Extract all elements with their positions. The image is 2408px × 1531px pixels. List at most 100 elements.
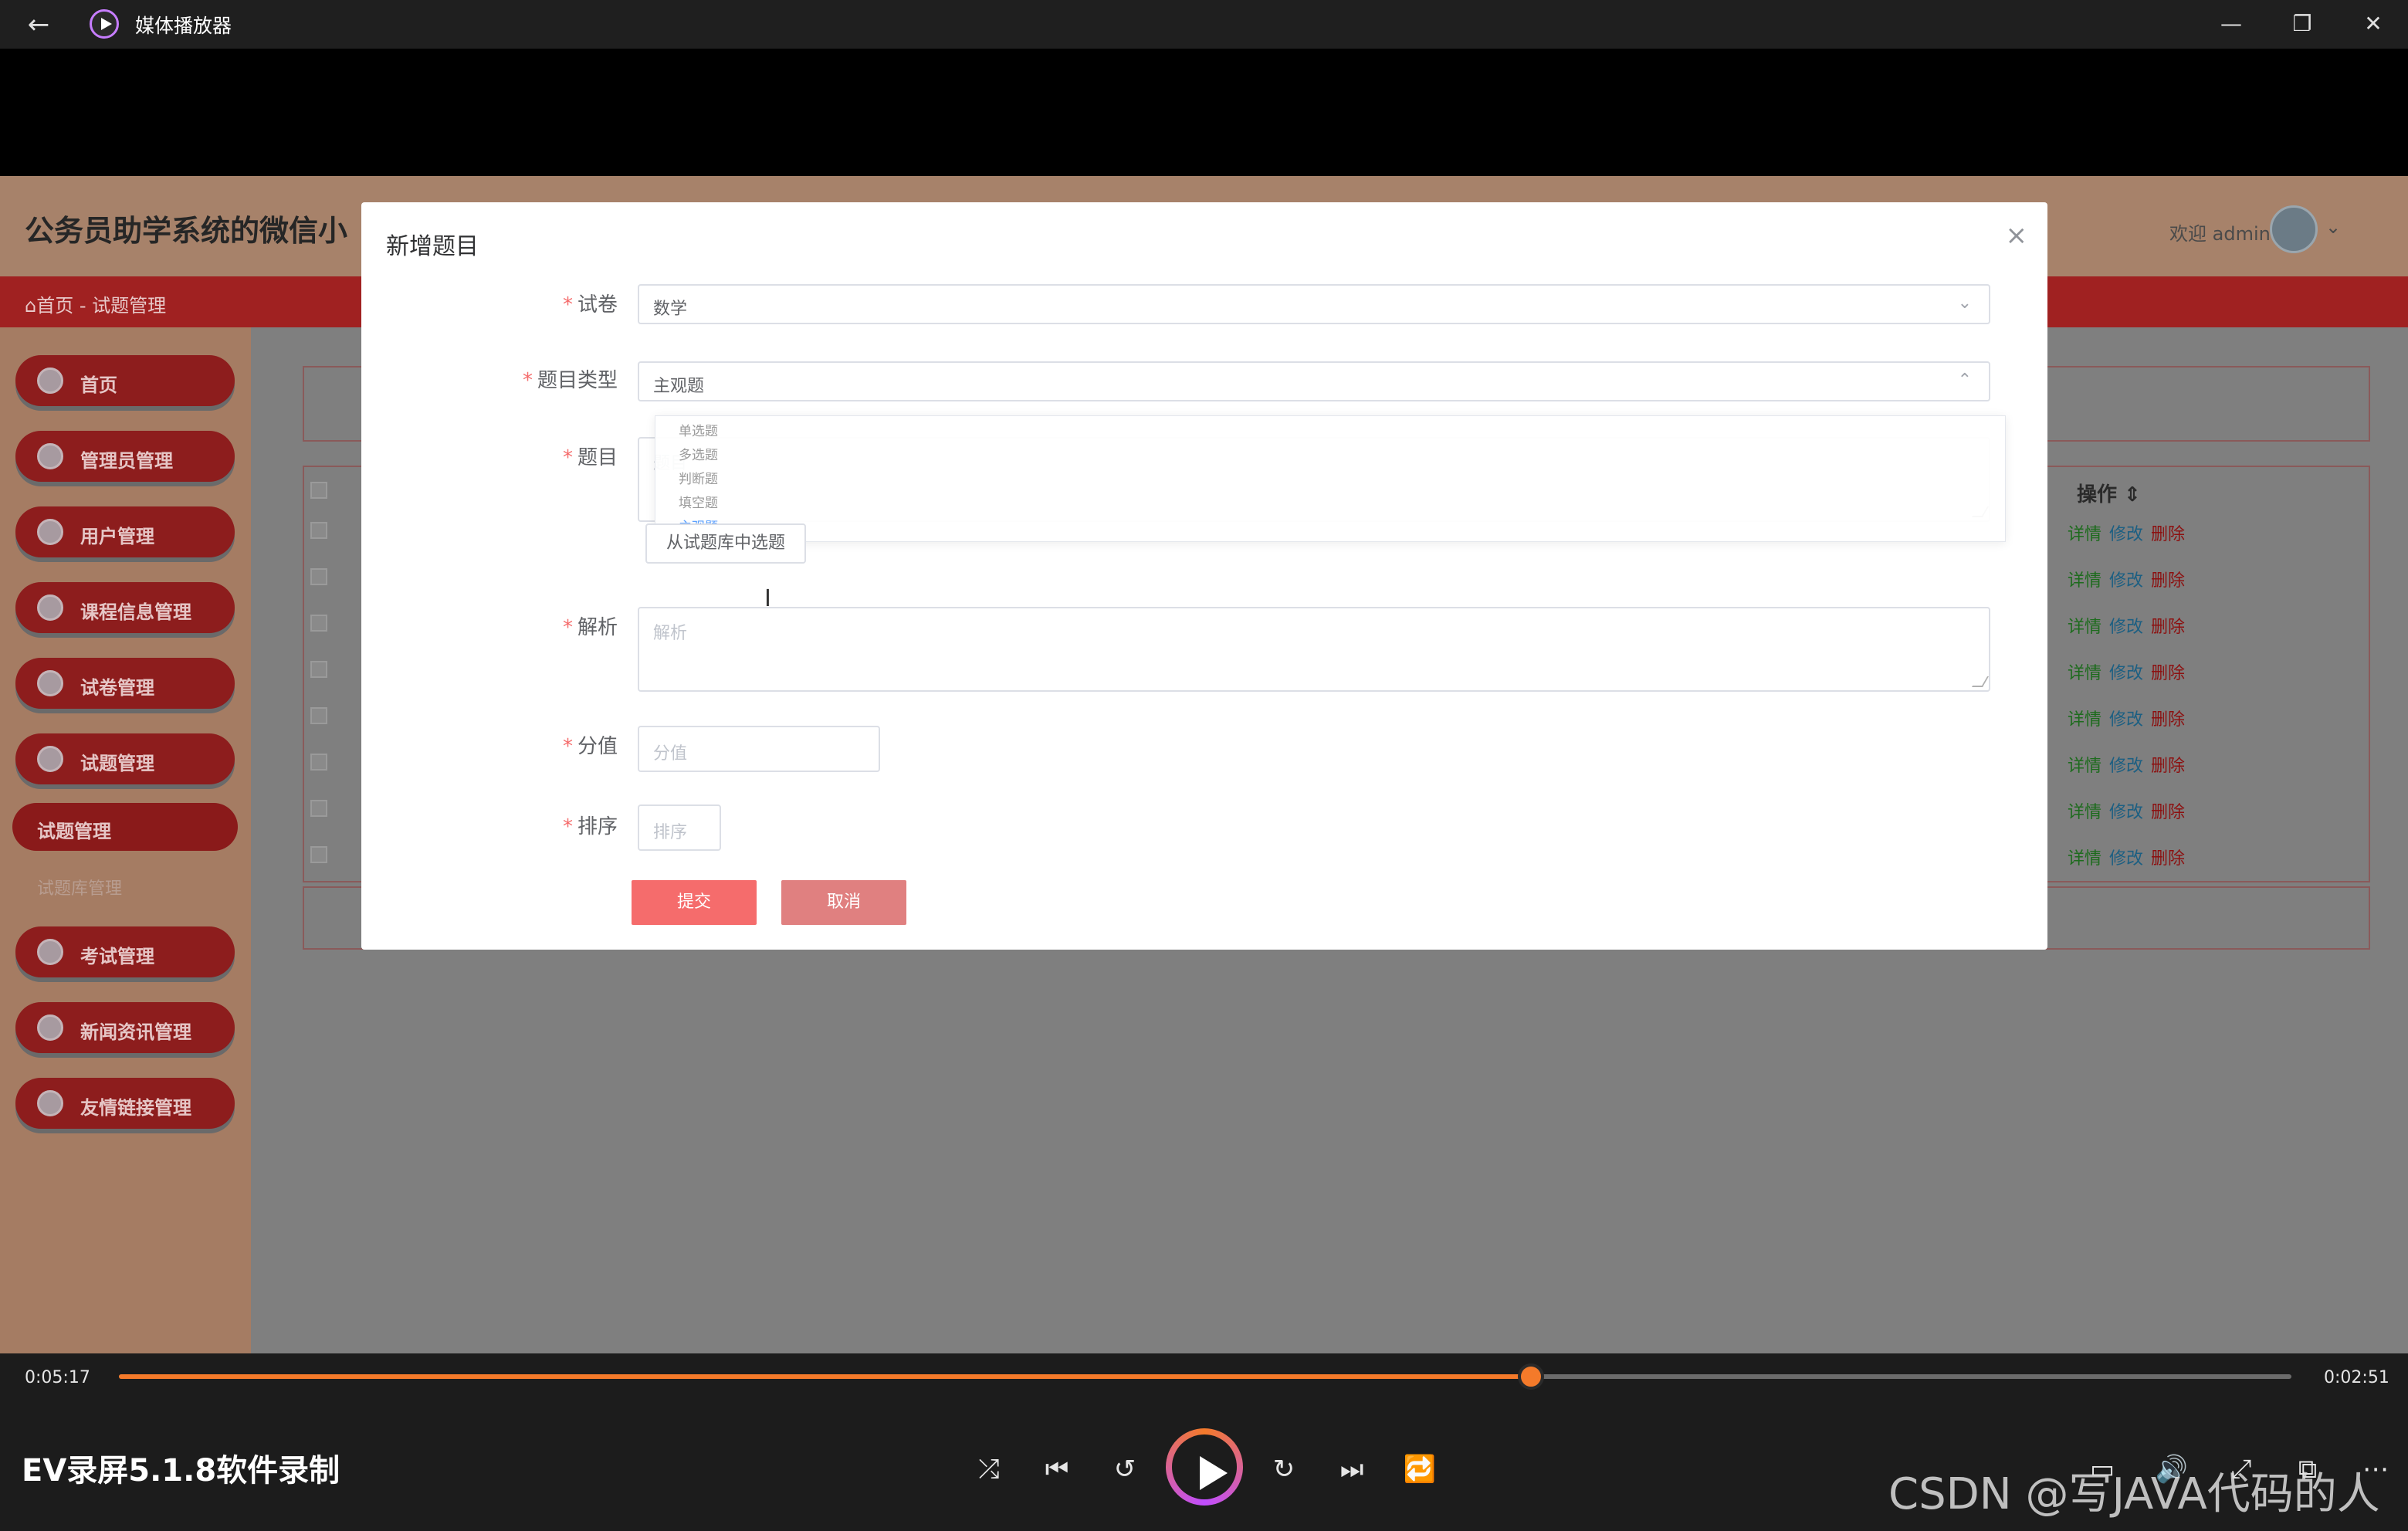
delete-link[interactable]: 删除 — [2151, 757, 2185, 776]
play-button-inner — [1172, 1434, 1237, 1499]
submit-button[interactable]: 提交 — [632, 880, 757, 925]
back-arrow-icon[interactable]: ← — [22, 8, 56, 42]
sidebar-subitem-label: 试题管理 — [37, 821, 111, 842]
dropdown-option-judge[interactable]: 判断题 — [679, 472, 718, 487]
minimize-icon[interactable]: — — [2208, 6, 2254, 42]
order-placeholder: 排序 — [653, 823, 688, 842]
dropdown-option-multiple[interactable]: 多选题 — [679, 448, 718, 463]
seek-bar[interactable] — [119, 1363, 2291, 1390]
table-row: 详情 修改 删除 — [2068, 567, 2185, 591]
score-input[interactable]: 分值 — [638, 726, 880, 772]
action-column-header[interactable]: 操作 ⇕ — [2077, 479, 2141, 507]
sidebar-item-papers[interactable]: 试卷管理 — [15, 658, 235, 709]
seek-bar-thumb[interactable] — [1518, 1363, 1545, 1390]
rewind-10-icon[interactable]: ↺ — [1104, 1448, 1146, 1490]
welcome-text: 欢迎 admin — [2169, 223, 2271, 245]
row-checkbox[interactable] — [310, 846, 327, 863]
link-icon — [37, 1090, 63, 1116]
question-icon — [37, 746, 63, 772]
row-checkbox[interactable] — [310, 800, 327, 817]
order-input[interactable]: 排序 — [638, 804, 721, 851]
row-checkbox[interactable] — [310, 707, 327, 724]
window-title: 媒体播放器 — [135, 15, 232, 37]
text-cursor-icon: I — [764, 585, 771, 612]
cancel-button[interactable]: 取消 — [781, 880, 906, 925]
edit-link[interactable]: 修改 — [2109, 571, 2143, 591]
detail-link[interactable]: 详情 — [2068, 618, 2101, 637]
edit-link[interactable]: 修改 — [2109, 710, 2143, 730]
detail-link[interactable]: 详情 — [2068, 571, 2101, 591]
delete-link[interactable]: 删除 — [2151, 571, 2185, 591]
delete-link[interactable]: 删除 — [2151, 664, 2185, 683]
breadcrumb[interactable]: ⌂首页 - 试题管理 — [25, 290, 166, 317]
delete-link[interactable]: 删除 — [2151, 849, 2185, 869]
dropdown-option-fill[interactable]: 填空题 — [679, 496, 718, 511]
news-icon — [37, 1014, 63, 1041]
sidebar-item-label: 新闻资讯管理 — [80, 1021, 191, 1043]
add-question-dialog: 新增题目 × *试卷 数学 ⌄ *题目类型 主观题 ⌃ *题目 题目 *解析 解… — [361, 202, 2047, 950]
sidebar-subitem-question-bank[interactable]: 试题库管理 — [37, 875, 122, 899]
play-button[interactable] — [1166, 1428, 1243, 1506]
media-player-app-icon — [90, 9, 119, 39]
sidebar-item-links[interactable]: 友情链接管理 — [15, 1078, 235, 1129]
avatar[interactable] — [2270, 205, 2318, 253]
row-checkbox[interactable] — [310, 661, 327, 678]
question-type-dropdown: 单选题 多选题 判断题 填空题 主观题 — [655, 415, 2006, 542]
question-type-select[interactable]: 主观题 ⌃ — [638, 361, 1990, 401]
edit-link[interactable]: 修改 — [2109, 803, 2143, 822]
play-icon — [1200, 1456, 1228, 1490]
detail-link[interactable]: 详情 — [2068, 803, 2101, 822]
row-checkbox[interactable] — [310, 754, 327, 771]
detail-link[interactable]: 详情 — [2068, 664, 2101, 683]
edit-link[interactable]: 修改 — [2109, 525, 2143, 544]
sidebar-item-admins[interactable]: 管理员管理 — [15, 431, 235, 482]
shuffle-icon[interactable]: ⤮ — [968, 1448, 1010, 1490]
chevron-down-icon[interactable]: ⌄ — [2325, 216, 2341, 238]
edit-link[interactable]: 修改 — [2109, 618, 2143, 637]
edit-link[interactable]: 修改 — [2109, 849, 2143, 869]
delete-link[interactable]: 删除 — [2151, 525, 2185, 544]
paper-select-value: 数学 — [653, 300, 688, 319]
sidebar-subitem-questions[interactable]: 试题管理 — [12, 803, 238, 851]
dropdown-option-single[interactable]: 单选题 — [679, 424, 718, 439]
sidebar-item-label: 管理员管理 — [80, 450, 173, 472]
sidebar-item-questions[interactable]: 试题管理 — [15, 733, 235, 784]
analysis-textarea[interactable]: 解析 — [638, 607, 1990, 692]
detail-link[interactable]: 详情 — [2068, 757, 2101, 776]
sidebar-item-courses[interactable]: 课程信息管理 — [15, 582, 235, 633]
edit-link[interactable]: 修改 — [2109, 757, 2143, 776]
select-all-checkbox[interactable] — [310, 482, 327, 499]
next-icon[interactable]: ⏭ — [1331, 1448, 1373, 1490]
detail-link[interactable]: 详情 — [2068, 710, 2101, 730]
sidebar-item-home[interactable]: 首页 — [15, 355, 235, 406]
previous-icon[interactable]: ⏮ — [1036, 1448, 1078, 1490]
sidebar-item-news[interactable]: 新闻资讯管理 — [15, 1002, 235, 1053]
row-checkbox[interactable] — [310, 615, 327, 632]
select-from-bank-button[interactable]: 从试题库中选题 — [645, 523, 806, 564]
sidebar-item-label: 用户管理 — [80, 526, 154, 547]
repeat-off-icon[interactable]: 🔁 — [1399, 1448, 1441, 1490]
question-type-value: 主观题 — [653, 377, 705, 396]
sidebar-item-exams[interactable]: 考试管理 — [15, 926, 235, 977]
sidebar-item-label: 考试管理 — [80, 946, 154, 967]
restore-icon[interactable]: ❐ — [2279, 6, 2325, 42]
resize-handle-icon[interactable] — [1971, 676, 1990, 687]
detail-link[interactable]: 详情 — [2068, 849, 2101, 869]
forward-30-icon[interactable]: ↻ — [1263, 1448, 1305, 1490]
sidebar-item-users[interactable]: 用户管理 — [15, 506, 235, 557]
sidebar-item-label: 课程信息管理 — [80, 601, 191, 623]
paper-select[interactable]: 数学 ⌄ — [638, 284, 1990, 324]
exam-icon — [37, 939, 63, 965]
delete-link[interactable]: 删除 — [2151, 710, 2185, 730]
close-icon[interactable]: ✕ — [2350, 6, 2396, 42]
close-icon[interactable]: × — [2006, 222, 2028, 249]
row-checkbox[interactable] — [310, 568, 327, 585]
table-row: 详情 修改 删除 — [2068, 659, 2185, 684]
row-checkbox[interactable] — [310, 522, 327, 539]
detail-link[interactable]: 详情 — [2068, 525, 2101, 544]
app-name: 公务员助学系统的微信小 — [25, 214, 348, 248]
delete-link[interactable]: 删除 — [2151, 803, 2185, 822]
remaining-time: 0:02:51 — [2324, 1368, 2389, 1387]
edit-link[interactable]: 修改 — [2109, 664, 2143, 683]
delete-link[interactable]: 删除 — [2151, 618, 2185, 637]
